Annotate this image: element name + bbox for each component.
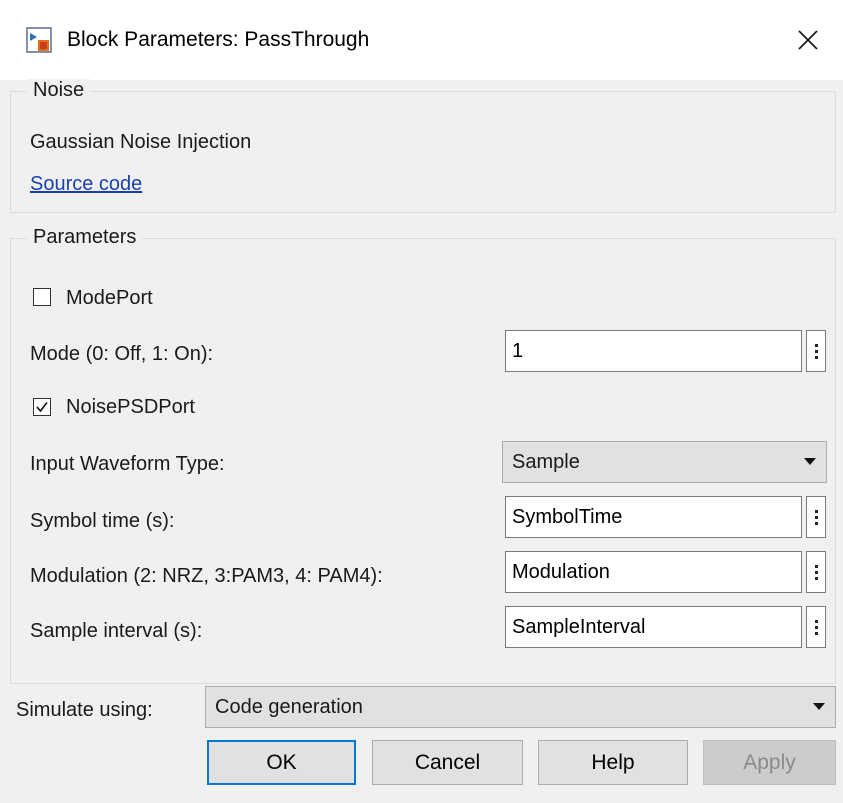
sample-interval-input[interactable]: SampleInterval [505,606,802,648]
cancel-button[interactable]: Cancel [372,740,523,785]
noisepsdport-checkbox[interactable] [33,398,51,416]
mode-more-button[interactable] [806,330,826,372]
modulation-label: Modulation (2: NRZ, 3:PAM3, 4: PAM4): [30,565,383,587]
title-bar: Block Parameters: PassThrough [0,0,843,80]
modeport-label: ModePort [66,287,153,309]
input-waveform-dropdown[interactable]: Sample [502,441,827,483]
parameters-group: Parameters ModePort Mode (0: Off, 1: On)… [10,226,836,684]
checkmark-icon [36,402,48,413]
symbol-time-input[interactable]: SymbolTime [505,496,802,538]
noise-description: Gaussian Noise Injection [30,131,252,153]
sample-interval-label: Sample interval (s): [30,620,203,642]
simulate-using-value: Code generation [215,696,363,718]
parameters-group-title: Parameters [27,226,143,249]
window-title: Block Parameters: PassThrough [67,28,370,51]
close-icon [798,30,818,50]
noisepsdport-label: NoisePSDPort [66,396,195,418]
modulation-input[interactable]: Modulation [505,551,802,593]
chevron-down-icon [813,703,825,710]
chevron-down-icon [804,458,816,465]
symbol-time-label: Symbol time (s): [30,510,175,532]
sample-interval-more-button[interactable] [806,606,826,648]
noise-group-title: Noise [27,79,91,102]
mode-input[interactable]: 1 [505,330,802,372]
simulink-block-icon [26,27,52,53]
modeport-checkbox[interactable] [33,288,51,306]
modulation-more-button[interactable] [806,551,826,593]
help-button[interactable]: Help [538,740,688,785]
input-waveform-label: Input Waveform Type: [30,453,225,475]
simulate-using-label: Simulate using: [16,699,153,721]
noise-group: Noise Gaussian Noise Injection Source co… [10,79,836,213]
input-waveform-value: Sample [512,451,580,473]
symbol-time-more-button[interactable] [806,496,826,538]
ok-button[interactable]: OK [207,740,356,785]
simulate-using-dropdown[interactable]: Code generation [205,686,836,728]
apply-button[interactable]: Apply [703,740,836,785]
source-code-link[interactable]: Source code [30,173,142,196]
close-button[interactable] [773,0,843,80]
mode-label: Mode (0: Off, 1: On): [30,343,214,365]
